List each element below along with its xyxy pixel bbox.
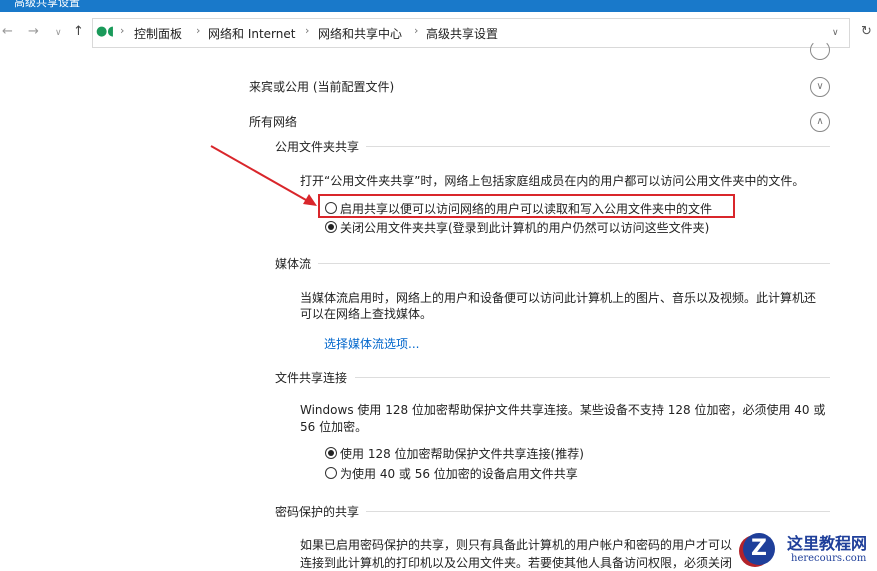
file-conn-heading: 文件共享连接 <box>275 371 348 385</box>
radio-disable-public-sharing[interactable] <box>325 221 337 233</box>
title-bar: 高级共享设置 <box>0 0 877 12</box>
red-arrow-icon <box>210 145 317 206</box>
section-all-networks[interactable]: 所有网络 <box>249 113 297 130</box>
watermark-logo: Z 这里教程网 herecours.com <box>735 527 877 571</box>
separator-icon: › <box>305 24 310 37</box>
refresh-icon[interactable]: ↻ <box>861 24 872 39</box>
option-label[interactable]: 使用 128 位加密帮助保护文件共享连接(推荐) <box>340 445 584 462</box>
watermark-url: herecours.com <box>791 553 867 564</box>
divider <box>366 146 830 147</box>
media-desc: 当媒体流启用时，网络上的用户和设备便可以访问此计算机上的图片、音乐以及视频。此计… <box>300 291 817 305</box>
separator-icon: › <box>414 24 419 37</box>
media-heading: 媒体流 <box>275 257 312 271</box>
media-desc: 可以在网络上查找媒体。 <box>300 307 433 321</box>
option-label[interactable]: 关闭公用文件夹共享(登录到此计算机的用户仍然可以访问这些文件夹) <box>340 219 709 236</box>
collapse-chevron-up-icon[interactable]: ∧ <box>810 112 830 132</box>
separator-icon: › <box>196 24 201 37</box>
recent-dropdown-button[interactable]: ∨ <box>55 28 62 38</box>
up-button[interactable]: ↑ <box>73 24 84 39</box>
media-streaming-link[interactable]: 选择媒体流选项... <box>324 335 419 352</box>
option-label[interactable]: 启用共享以便可以访问网络的用户可以读取和写入公用文件夹中的文件 <box>340 200 712 217</box>
file-conn-desc: Windows 使用 128 位加密帮助保护文件共享连接。某些设备不支持 128… <box>300 403 826 417</box>
divider <box>366 511 830 512</box>
window-title: 高级共享设置 <box>14 0 80 9</box>
expand-chevron-down-icon[interactable]: ∨ <box>810 77 830 97</box>
control-panel-icon: ●◖ <box>96 24 115 39</box>
logo-z-icon: Z <box>743 533 775 565</box>
breadcrumb-item[interactable]: 高级共享设置 <box>426 25 498 42</box>
divider <box>318 263 830 264</box>
breadcrumb-item[interactable]: 控制面板 <box>134 25 182 42</box>
password-heading: 密码保护的共享 <box>275 505 360 519</box>
public-folder-desc: 打开“公用文件夹共享”时，网络上包括家庭组成员在内的用户都可以访问公用文件夹中的… <box>300 174 805 188</box>
radio-40-56bit[interactable] <box>325 467 337 479</box>
separator-icon: › <box>120 24 125 37</box>
file-conn-desc: 56 位加密。 <box>300 420 368 434</box>
radio-enable-public-sharing[interactable] <box>325 202 337 214</box>
address-dropdown-icon[interactable]: ∨ <box>832 28 839 38</box>
radio-128bit[interactable] <box>325 447 337 459</box>
password-desc: 连接到此计算机的打印机以及公用文件夹。若要使其他人具备访问权限，必须关闭 <box>300 556 733 570</box>
back-button[interactable]: ← <box>2 24 13 39</box>
chevron-icon[interactable] <box>810 40 830 60</box>
section-guest-public[interactable]: 来宾或公用 (当前配置文件) <box>249 78 394 95</box>
divider <box>355 377 830 378</box>
breadcrumb-item[interactable]: 网络和共享中心 <box>318 25 402 42</box>
breadcrumb-item[interactable]: 网络和 Internet <box>208 25 295 42</box>
watermark-name: 这里教程网 <box>787 534 868 553</box>
password-desc: 如果已启用密码保护的共享，则只有具备此计算机的用户帐户和密码的用户才可以 <box>300 538 733 552</box>
option-label[interactable]: 为使用 40 或 56 位加密的设备启用文件共享 <box>340 465 578 482</box>
forward-button[interactable]: → <box>28 24 39 39</box>
